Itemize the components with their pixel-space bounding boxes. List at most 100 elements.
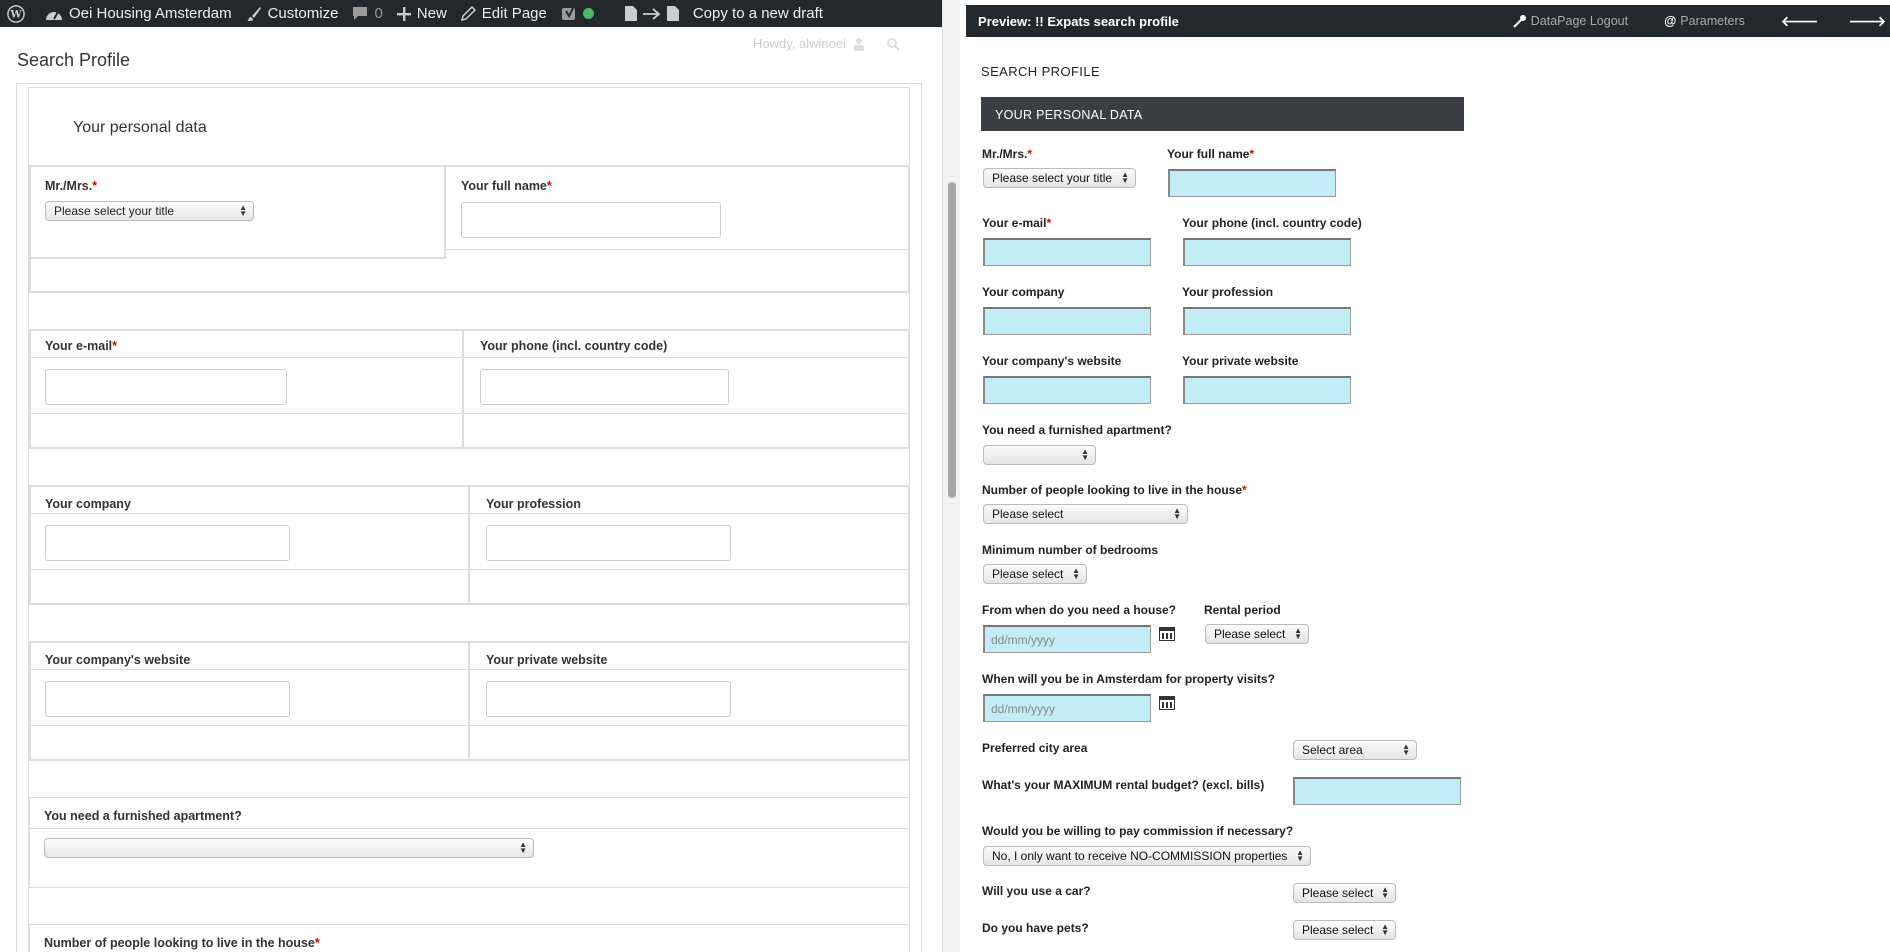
search-icon xyxy=(887,37,900,51)
pv-company-website-input[interactable] xyxy=(983,376,1151,404)
edit-page-link[interactable]: Edit Page xyxy=(454,0,554,27)
pv-bedrooms-select[interactable]: Please select ▲ ▼ xyxy=(983,564,1087,584)
comment-icon xyxy=(353,7,368,20)
pv-bedrooms-label: Minimum number of bedrooms xyxy=(982,543,1159,557)
edit-page-label: Edit Page xyxy=(481,5,547,22)
form-row-title-name: Mr./Mrs.* Please select your title ▲ ▼ You… xyxy=(29,165,910,293)
fullname-label: Your full name* xyxy=(461,179,552,193)
calendar-icon[interactable] xyxy=(1159,627,1175,641)
pv-rental-label: Rental period xyxy=(1204,603,1281,617)
pv-commission-select[interactable]: No, I only want to receive NO-COMMISSION… xyxy=(983,846,1311,866)
private-website-input[interactable] xyxy=(486,681,731,717)
profession-input[interactable] xyxy=(486,525,731,561)
parameters-link[interactable]: @ Parameters xyxy=(1664,14,1745,28)
at-icon: @ xyxy=(1664,14,1677,28)
seo-status-dot xyxy=(582,8,594,19)
form-row-company-profession: Your company Your profession xyxy=(29,485,910,605)
copy-draft-link[interactable]: Copy to a new draft xyxy=(601,0,830,27)
company-label: Your company xyxy=(45,497,131,511)
form-row-people: Number of people looking to live in the … xyxy=(29,924,910,952)
section-title: Your personal data xyxy=(73,119,207,136)
pv-pets-select[interactable]: Please select ▲ ▼ xyxy=(1293,920,1396,940)
pv-furnished-select[interactable]: ▲ ▼ xyxy=(983,445,1096,465)
form-row-email-phone: Your e-mail* Your phone (incl. country c… xyxy=(29,329,910,449)
email-label: Your e-mail* xyxy=(45,339,118,353)
profession-label: Your profession xyxy=(486,497,581,511)
fullname-input[interactable] xyxy=(461,202,721,238)
calendar-icon[interactable] xyxy=(1159,696,1175,710)
company-input[interactable] xyxy=(45,525,290,561)
howdy-account[interactable]: Howdy, alwinoei xyxy=(753,36,900,51)
pv-visits-label: When will you be in Amsterdam for proper… xyxy=(982,672,1275,686)
pv-company-website-label: Your company's website xyxy=(982,354,1122,368)
logout-label: DataPage Logout xyxy=(1530,14,1629,28)
phone-label: Your phone (incl. country code) xyxy=(480,339,668,353)
pv-budget-label: What's your MAXIMUM rental budget? (excl… xyxy=(982,778,1265,792)
title-label: Mr./Mrs.* xyxy=(45,179,98,193)
email-input[interactable] xyxy=(45,369,287,405)
title-select[interactable]: Please select your title ▲ ▼ xyxy=(45,201,254,221)
phone-input[interactable] xyxy=(480,369,729,405)
form-row-furnished: You need a furnished apartment? ▲ ▼ xyxy=(29,797,910,888)
site-name-link[interactable]: Oei Housing Amsterdam xyxy=(38,0,239,27)
pv-from-date-input[interactable]: dd/mm/yyyy xyxy=(983,625,1151,653)
pv-furnished-label: You need a furnished apartment? xyxy=(982,423,1172,437)
row-divider xyxy=(31,669,908,670)
pv-from-label: From when do you need a house? xyxy=(982,603,1177,617)
forward-arrow-icon[interactable]: 🡒 xyxy=(1848,13,1886,30)
pv-car-select[interactable]: Please select ▲ ▼ xyxy=(1293,883,1396,903)
pv-car-label: Will you use a car? xyxy=(982,884,1091,898)
private-website-label: Your private website xyxy=(486,653,608,667)
pencil-icon xyxy=(460,6,476,21)
document-icon xyxy=(624,6,637,21)
plus-icon xyxy=(396,6,411,21)
pv-area-label: Preferred city area xyxy=(982,741,1088,755)
scrollbar-thumb[interactable] xyxy=(948,182,956,498)
pv-email-input[interactable] xyxy=(983,238,1151,266)
furnished-select[interactable]: ▲ ▼ xyxy=(44,838,534,858)
parameters-label: Parameters xyxy=(1680,14,1745,28)
dashboard-icon xyxy=(46,11,62,20)
row-divider xyxy=(31,357,908,358)
pv-email-label: Your e-mail* xyxy=(982,216,1052,230)
row-divider xyxy=(31,725,908,726)
pv-profession-input[interactable] xyxy=(1183,307,1351,335)
customize-link[interactable]: Customize xyxy=(239,0,346,27)
wordpress-logo-icon[interactable]: W xyxy=(0,0,38,27)
row-divider xyxy=(31,569,908,570)
comments-count: 0 xyxy=(374,5,383,22)
row-divider xyxy=(446,249,908,250)
company-website-input[interactable] xyxy=(45,681,290,717)
new-content-link[interactable]: New xyxy=(390,0,454,27)
pv-profession-label: Your profession xyxy=(1182,285,1274,299)
datapage-logout-link[interactable]: DataPage Logout xyxy=(1513,14,1628,28)
pv-people-select[interactable]: Please select ▲ ▼ xyxy=(983,504,1188,524)
document-icon xyxy=(666,6,679,21)
pv-rental-select[interactable]: Please select ▲ ▼ xyxy=(1205,624,1309,644)
pv-budget-input[interactable] xyxy=(1293,777,1461,805)
search-profile-heading: SEARCH PROFILE xyxy=(981,64,1101,79)
pv-commission-label: Would you be willing to pay commission i… xyxy=(982,824,1294,838)
pv-fullname-input[interactable] xyxy=(1168,169,1336,197)
pv-fullname-label: Your full name* xyxy=(1167,147,1255,161)
pv-phone-input[interactable] xyxy=(1183,238,1351,266)
company-website-label: Your company's website xyxy=(45,653,191,667)
pv-company-input[interactable] xyxy=(983,307,1151,335)
editor-scrollbar[interactable] xyxy=(942,0,960,952)
arrow-right-icon xyxy=(642,7,661,20)
comments-link[interactable]: 0 xyxy=(345,0,389,27)
back-arrow-icon[interactable]: 🡐 xyxy=(1781,13,1819,30)
pv-private-website-input[interactable] xyxy=(1183,376,1351,404)
furnished-label: You need a furnished apartment? xyxy=(44,809,242,823)
copy-draft-label: Copy to a new draft xyxy=(692,5,823,22)
seo-menu[interactable] xyxy=(554,0,601,27)
pv-visits-date-input[interactable]: dd/mm/yyyy xyxy=(983,694,1151,722)
brush-icon xyxy=(246,6,261,21)
pv-title-select[interactable]: Please select your title ▲ ▼ xyxy=(983,168,1136,188)
form-row-websites: Your company's website Your private webs… xyxy=(29,641,910,761)
pv-area-select[interactable]: Select area ▲ ▼ xyxy=(1293,740,1417,760)
page-editor-pane: Howdy, alwinoei Search Profile Your pers… xyxy=(0,27,942,952)
preview-title: Preview: !! Expats search profile xyxy=(978,13,1179,29)
pv-people-label: Number of people looking to live in the … xyxy=(982,483,1247,497)
pv-phone-label: Your phone (incl. country code) xyxy=(1182,216,1362,230)
